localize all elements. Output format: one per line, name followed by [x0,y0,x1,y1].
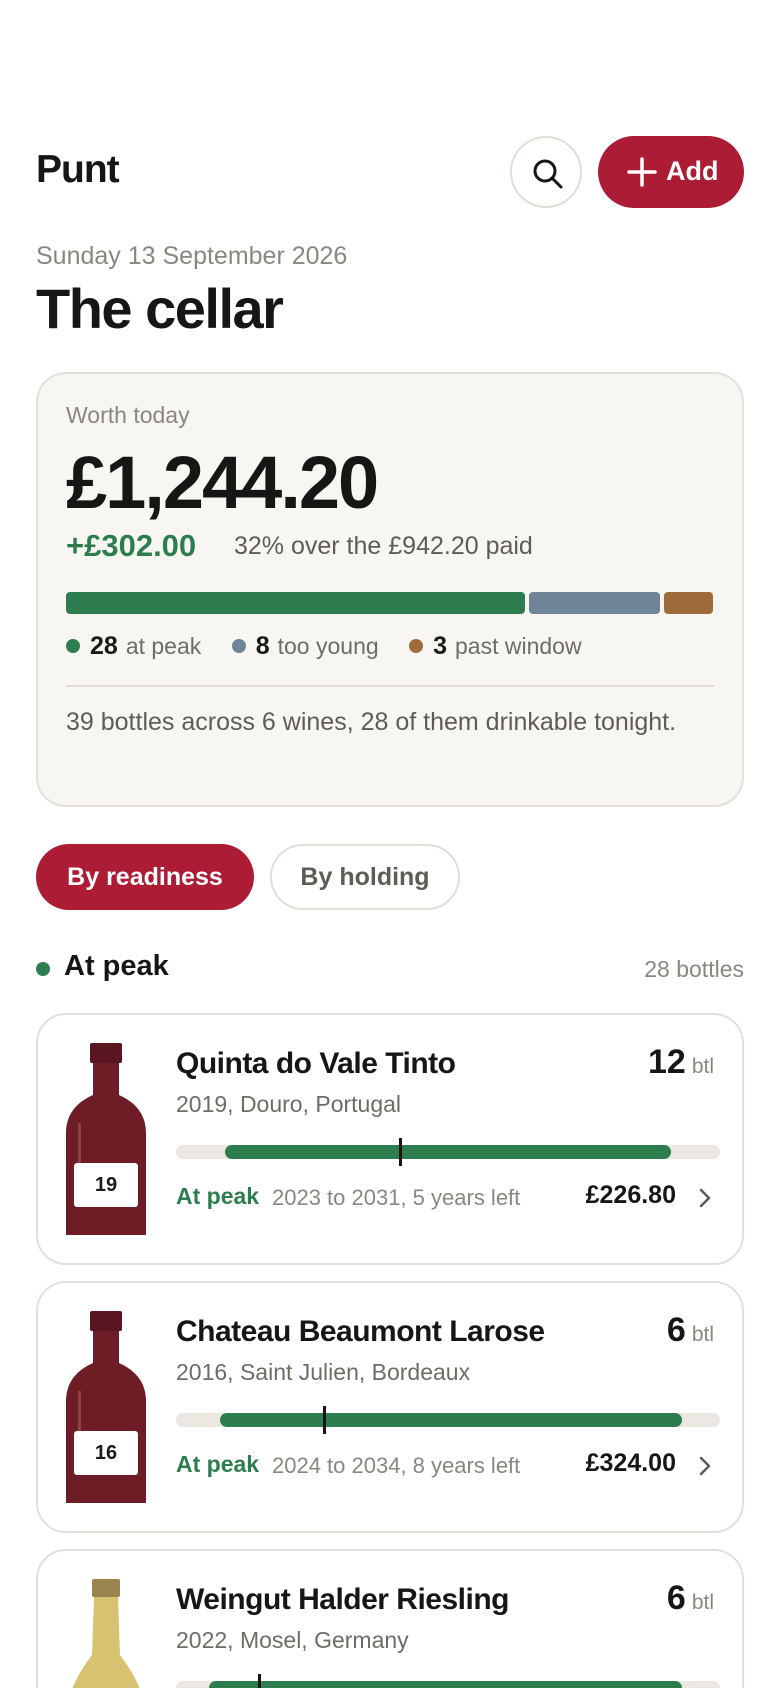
plus-icon [627,157,657,187]
drinking-window-fill [220,1413,682,1427]
wine-card[interactable]: Weingut Halder Riesling 2022, Mosel, Ger… [36,1549,744,1688]
too-young-dot-icon [231,638,246,653]
quantity-number: 6 [666,1311,686,1349]
today-marker [399,1138,402,1166]
tab-by-holding[interactable]: By holding [270,844,460,910]
tab-by-readiness[interactable]: By readiness [36,844,254,910]
wine-name: Quinta do Vale Tinto [176,1047,456,1080]
add-wine-button[interactable]: Add [598,136,744,208]
at-peak-dot-icon [66,638,80,653]
wine-value: £324.00 [585,1449,676,1477]
wine-card[interactable]: 16 Chateau Beaumont Larose 2016, Saint J… [36,1281,744,1533]
search-button[interactable] [510,136,582,208]
today-marker [258,1674,261,1688]
bottle-quantity: 6 btl [667,1311,714,1350]
quantity-number: 6 [666,1579,686,1617]
legend-label: past window [455,633,582,659]
legend-at-peak: 28 at peak [66,632,201,661]
vintage-label: 19 [74,1163,138,1207]
app-screen: Punt Add Sunday 13 September 2026 The ce… [0,0,780,1688]
quantity-unit: btl [691,1323,714,1346]
readiness-bar [66,592,714,614]
legend-too-young: 8 too young [231,632,379,661]
bottle-quantity: 12 btl [648,1043,714,1082]
legend-label: too young [277,633,379,659]
readiness-bar-past-segment [664,592,713,614]
quantity-unit: btl [691,1591,714,1614]
vintage-label: 16 [74,1431,138,1475]
wine-details: 2022, Mosel, Germany [176,1627,409,1653]
drinking-window-text: 2023 to 2031, 5 years left [272,1185,521,1210]
legend-past-window: 3 past window [409,632,582,661]
chevron-right-icon [699,1456,711,1476]
readiness-legend: 28 at peak 8 too young 3 past window [66,632,608,664]
gain-amount: +£302.00 [66,528,197,563]
search-icon [533,159,563,189]
drinking-window-track [176,1674,720,1688]
readiness-bar-peak-segment [66,592,525,614]
wine-name: Weingut Halder Riesling [176,1583,510,1616]
section-header-at-peak: At peak 28 bottles [36,948,744,988]
readiness-status: At peak [176,1451,260,1477]
section-bottle-count: 28 bottles [644,956,744,982]
add-button-label: Add [666,156,719,186]
worth-value: £1,244.20 [66,441,379,524]
today-marker [323,1406,326,1434]
quantity-unit: btl [691,1055,714,1078]
app-header: Punt Add [36,136,744,208]
quantity-number: 12 [647,1043,686,1081]
gain-description: 32% over the £942.20 paid [234,532,533,560]
cellar-value-card: Worth today £1,244.20 +£302.00 32% over … [36,372,744,807]
wine-details: 2016, Saint Julien, Bordeaux [176,1359,471,1385]
page-title: The cellar [36,277,284,340]
white-wine-bottle-icon [72,1579,140,1688]
cellar-summary-note: 39 bottles across 6 wines, 28 of them dr… [66,708,677,736]
drinking-window-fill [209,1681,682,1688]
section-title: At peak [64,950,169,982]
past-window-dot-icon [409,638,424,653]
legend-label: at peak [125,633,202,659]
wine-name: Chateau Beaumont Larose [176,1315,545,1348]
legend-count: 3 [433,632,448,660]
legend-count: 28 [90,632,118,660]
drinking-window-track [176,1406,720,1434]
wine-card[interactable]: 19 Quinta do Vale Tinto 2019, Douro, Por… [36,1013,744,1265]
readiness-status: At peak [176,1183,260,1209]
legend-count: 8 [255,632,270,660]
card-divider [66,685,714,687]
worth-label: Worth today [66,402,190,428]
wine-details: 2019, Douro, Portugal [176,1091,402,1117]
current-date: Sunday 13 September 2026 [36,242,348,270]
drinking-window-fill [225,1145,671,1159]
drinking-window-track [176,1138,720,1166]
wine-value: £226.80 [585,1181,676,1209]
drinking-window-text: 2024 to 2034, 8 years left [272,1453,521,1478]
bottle-quantity: 6 btl [667,1579,714,1618]
at-peak-dot-icon [36,962,50,976]
chevron-right-icon [699,1188,711,1208]
app-logo: Punt [36,148,120,191]
readiness-bar-young-segment [529,592,660,614]
